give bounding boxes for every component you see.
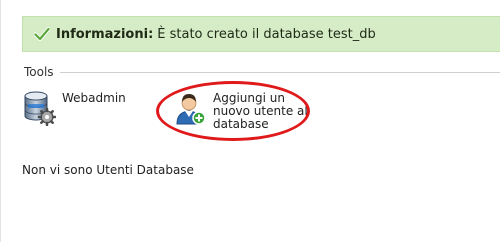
add-user-tool[interactable]: Aggiungi un nuovo utente al database <box>174 90 313 131</box>
add-user-icon <box>176 94 206 125</box>
page: Informazioni: È stato creato il database… <box>0 0 500 242</box>
success-alert: Informazioni: È stato creato il database… <box>22 16 500 52</box>
frame-edge <box>0 0 1 242</box>
alert-label: Informazioni: <box>56 26 154 42</box>
webadmin-label: Webadmin <box>62 91 126 105</box>
database-gear-icon <box>24 91 56 126</box>
check-icon <box>34 27 50 41</box>
empty-users-message: Non vi sono Utenti Database <box>22 163 194 177</box>
alert-message: È stato creato il database test_db <box>157 26 376 42</box>
tools-heading: Tools <box>24 64 60 80</box>
webadmin-tool[interactable]: Webadmin <box>22 90 126 126</box>
add-user-label: Aggiungi un nuovo utente al database <box>213 91 308 131</box>
tools-divider <box>60 72 500 73</box>
